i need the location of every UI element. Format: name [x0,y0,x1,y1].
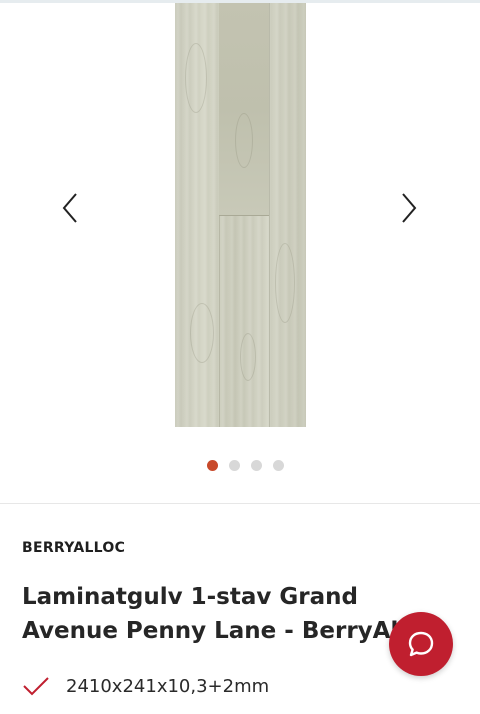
product-dimensions: 2410x241x10,3+2mm [66,675,270,697]
product-title: Laminatgulv 1-stav Grand Avenue Penny La… [22,584,436,644]
pagination-dot[interactable] [229,460,240,471]
next-image-button[interactable] [389,188,429,228]
previous-image-button[interactable] [50,188,90,228]
chat-bubble-icon [408,631,434,657]
wood-grain [185,43,207,113]
chat-button[interactable] [389,612,453,676]
plank-seam [269,3,270,427]
product-image-gallery[interactable] [0,0,480,503]
wood-grain [235,113,253,168]
pagination-dot[interactable] [273,460,284,471]
chevron-right-icon [402,193,417,223]
product-image [175,3,306,427]
wood-grain [190,303,214,363]
checkmark-icon [23,677,49,696]
pagination-dot[interactable] [251,460,262,471]
pagination-dot-active[interactable] [207,460,218,471]
wood-grain [275,243,295,323]
plank-segment [219,3,269,216]
chevron-left-icon [62,193,77,223]
section-divider [0,503,480,504]
spec-row: 2410x241x10,3+2mm [22,674,269,698]
gallery-pagination [207,460,284,471]
wood-grain [240,333,256,381]
brand-name[interactable]: BERRYALLOC [22,540,125,556]
